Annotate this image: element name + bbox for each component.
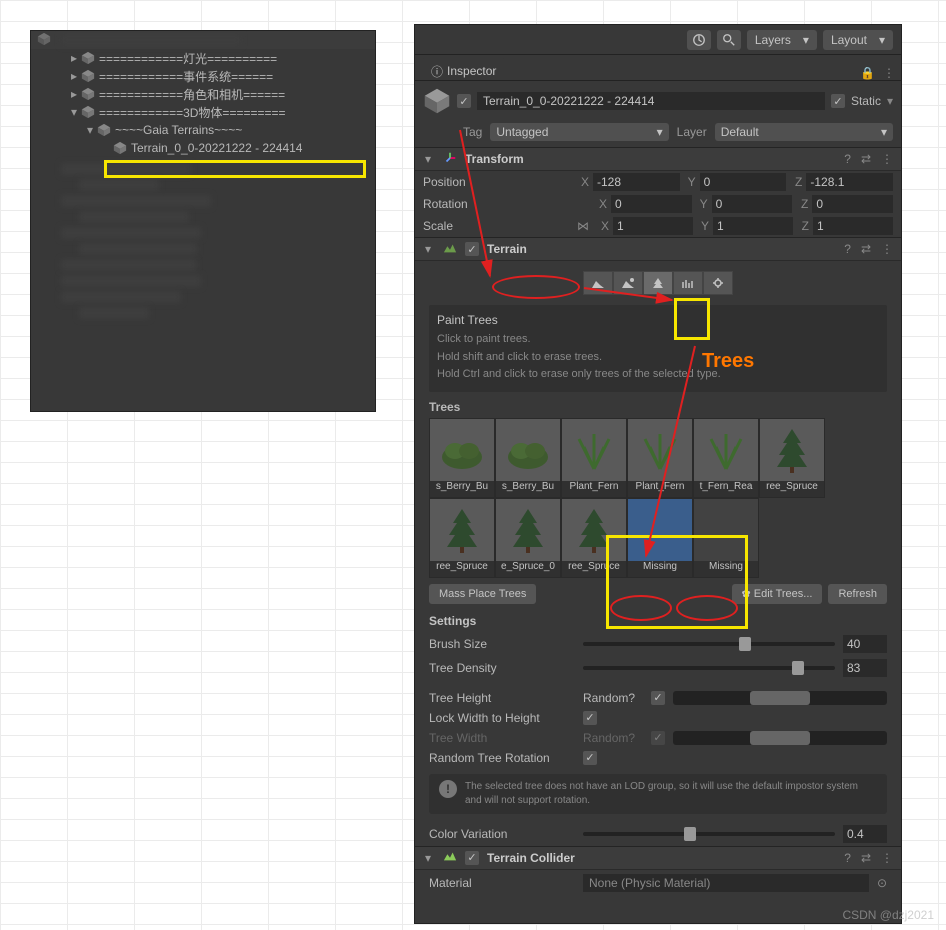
watermark: CSDN @dzj2021 [842,908,934,922]
annotation-arrows [0,0,946,930]
